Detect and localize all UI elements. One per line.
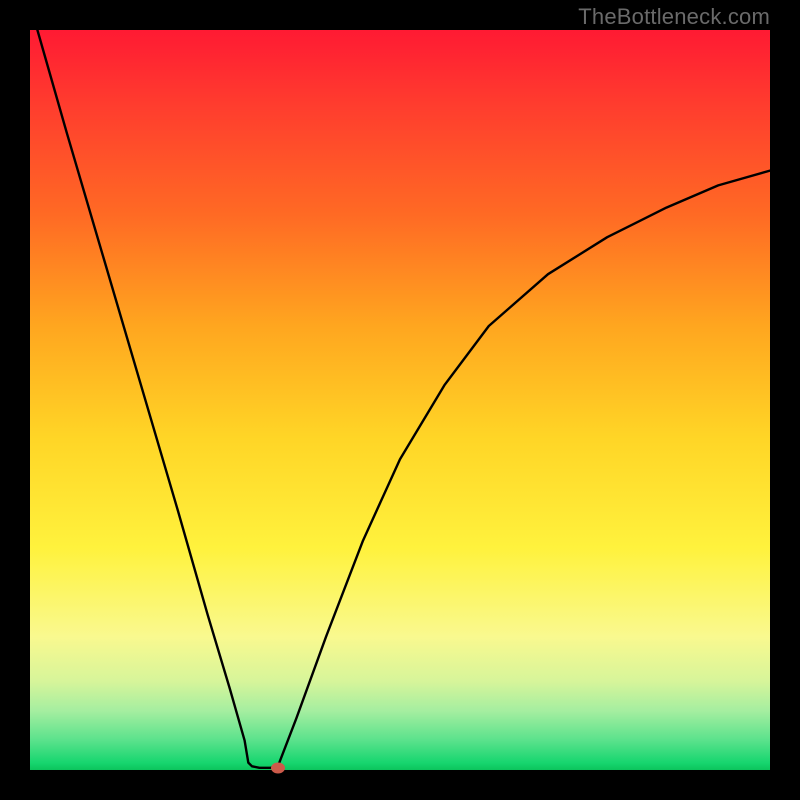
optimum-marker — [271, 762, 285, 773]
watermark-label: TheBottleneck.com — [578, 4, 770, 30]
curve-path — [37, 30, 770, 768]
plot-area — [30, 30, 770, 770]
chart-frame: TheBottleneck.com — [0, 0, 800, 800]
bottleneck-curve — [30, 30, 770, 770]
